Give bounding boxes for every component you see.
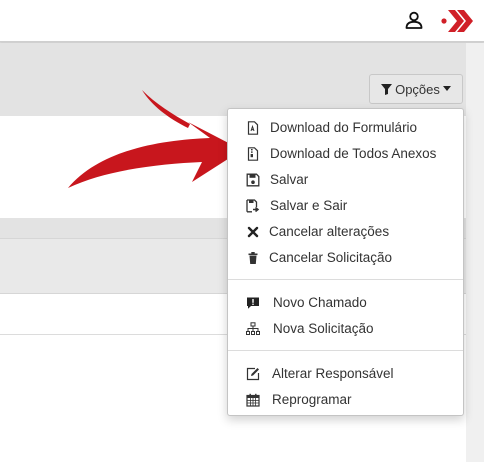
menu-item-save-exit[interactable]: Salvar e Sair (228, 194, 463, 218)
edit-pencil-icon (246, 367, 260, 381)
menu-item-label: Alterar Responsável (272, 366, 394, 381)
menu-item-download-form[interactable]: Download do Formulário (228, 116, 463, 140)
menu-item-label: Salvar e Sair (270, 198, 348, 213)
annotation-arrow-icon (68, 90, 242, 188)
menu-item-label: Nova Solicitação (273, 321, 374, 336)
menu-item-download-attachments[interactable]: Download de Todos Anexos (228, 142, 463, 166)
menu-item-cancel-request[interactable]: Cancelar Solicitação (228, 246, 463, 270)
menu-item-label: Cancelar Solicitação (269, 250, 393, 265)
calendar-icon (246, 393, 260, 407)
menu-item-change-owner[interactable]: Alterar Responsável (228, 362, 463, 386)
menu-item-new-request[interactable]: Nova Solicitação (228, 317, 463, 341)
menu-item-save[interactable]: Salvar (228, 168, 463, 192)
menu-item-label: Salvar (270, 172, 309, 187)
floppy-disk-icon (246, 173, 260, 187)
menu-item-reschedule[interactable]: Reprogramar (228, 388, 463, 412)
comment-alert-icon (247, 297, 259, 309)
menu-item-cancel-changes[interactable]: Cancelar alterações (228, 220, 463, 244)
filter-icon (381, 83, 393, 95)
brand-logo-icon[interactable] (440, 8, 474, 34)
menu-divider (228, 350, 463, 351)
options-dropdown-menu: Download do Formulário Download de Todos… (227, 108, 464, 416)
menu-item-label: Novo Chamado (273, 295, 367, 310)
menu-item-new-ticket[interactable]: Novo Chamado (228, 291, 463, 315)
user-icon[interactable] (404, 10, 424, 30)
sitemap-icon (246, 322, 260, 335)
save-exit-icon (246, 199, 260, 213)
menu-item-label: Download do Formulário (270, 120, 418, 135)
menu-item-label: Reprogramar (272, 392, 352, 407)
options-button-label: Opções (395, 81, 440, 97)
trash-icon (248, 252, 258, 264)
top-bar (0, 0, 484, 42)
caret-down-icon (442, 86, 451, 91)
file-archive-icon (247, 147, 259, 161)
scrollbar-track[interactable] (466, 43, 484, 462)
options-button[interactable]: Opções (369, 74, 463, 104)
file-pdf-icon (247, 121, 259, 135)
close-x-icon (247, 226, 259, 238)
menu-divider (228, 279, 463, 280)
menu-item-label: Download de Todos Anexos (270, 146, 437, 161)
menu-item-label: Cancelar alterações (269, 224, 390, 239)
